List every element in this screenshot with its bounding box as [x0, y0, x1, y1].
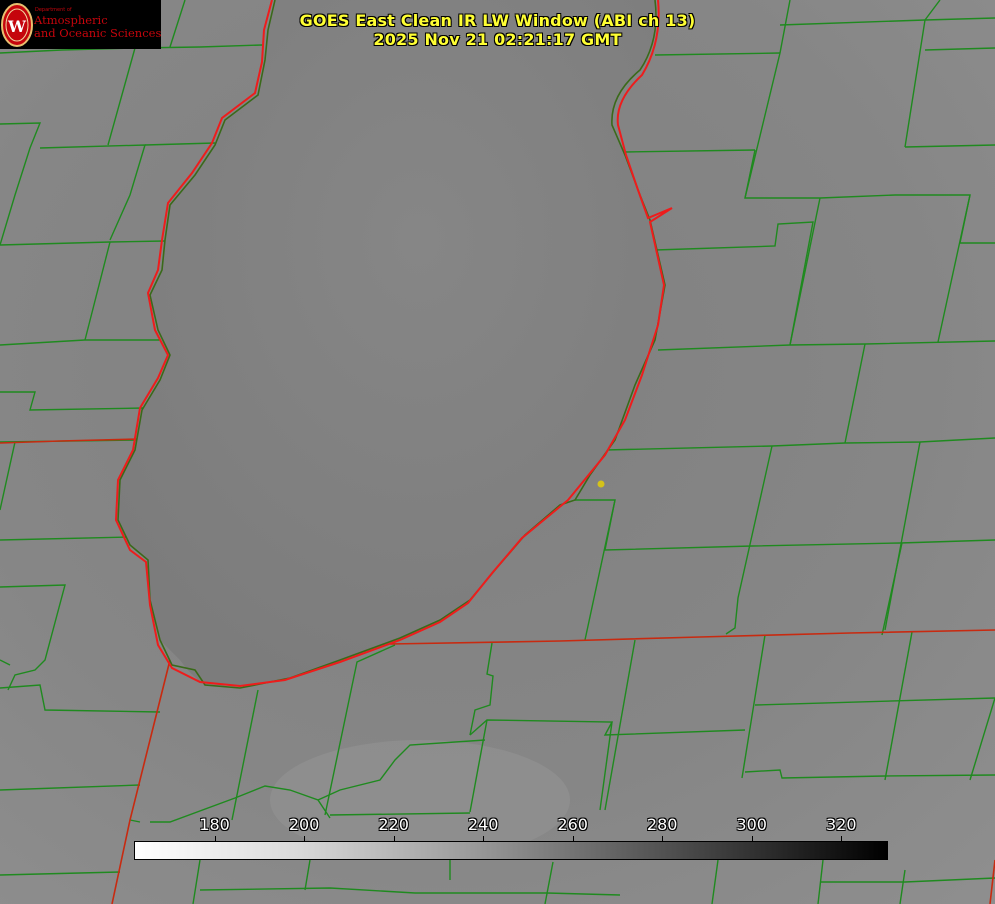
location-marker [597, 480, 605, 488]
map-title: GOES East Clean IR LW Window (ABI ch 13) [299, 11, 696, 30]
colorbar-tick-label: 300 [736, 815, 767, 834]
colorbar-tick-label: 200 [288, 815, 320, 834]
satellite-map [0, 0, 995, 904]
colorbar-tick-label: 180 [199, 815, 230, 834]
map-timestamp: 2025 Nov 21 02:21:17 GMT [373, 30, 622, 49]
colorbar-tick-label: 240 [467, 815, 499, 834]
colorbar-tick-label: 320 [825, 815, 857, 834]
uw-seal-icon: W [1, 3, 33, 47]
colorbar-tick-label: 280 [646, 815, 678, 834]
uw-aos-logo: W Department of Atmospheric and Oceanic … [0, 0, 161, 49]
logo-line-1: Atmospheric [34, 13, 108, 27]
logo-line-2: and Oceanic Sciences [34, 26, 162, 40]
colorbar-tick-label: 220 [378, 815, 409, 834]
colorbar [134, 841, 888, 860]
svg-text:W: W [7, 17, 27, 36]
map-view: W Department of Atmospheric and Oceanic … [0, 0, 995, 904]
colorbar-tick-label: 260 [557, 815, 588, 834]
